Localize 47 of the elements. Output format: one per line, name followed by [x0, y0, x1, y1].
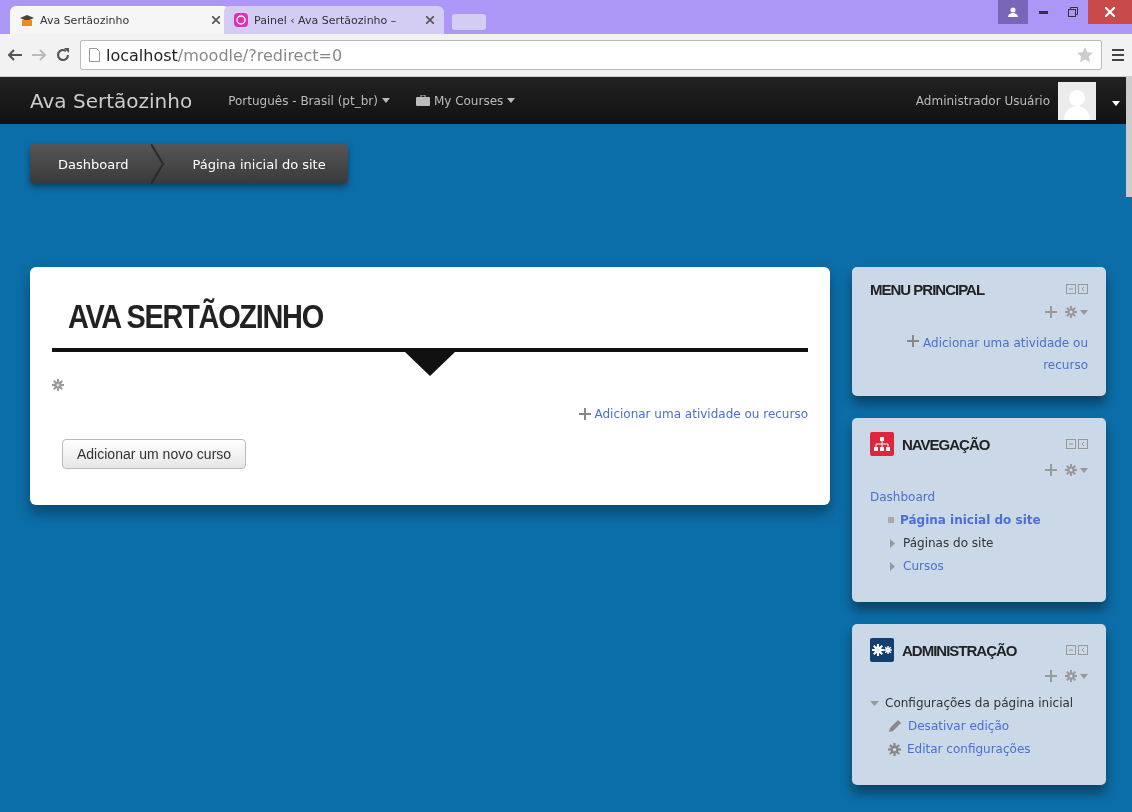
caret-icon [381, 98, 390, 103]
menu-icon[interactable] [1112, 49, 1124, 61]
person-icon [1008, 7, 1018, 17]
hat-icon [20, 14, 34, 26]
nav-item[interactable]: Configurações da página inicial [885, 696, 1074, 710]
caret-icon [1112, 101, 1120, 106]
reload-icon[interactable] [56, 48, 70, 62]
page-icon [89, 48, 100, 62]
nav-menu[interactable]: Português - Brasil (pt_br) [228, 93, 390, 108]
plus-icon [579, 408, 592, 420]
caret-icon [1080, 673, 1088, 679]
add-course-button[interactable]: Adicionar um novo curso [62, 439, 247, 469]
briefcase-icon [415, 95, 430, 106]
tab-title: Painel ‹ Ava Sertãozinho – [254, 13, 398, 27]
caret-icon [1080, 309, 1088, 315]
plus-icon [907, 335, 920, 347]
star-icon [1077, 47, 1093, 63]
site-title: AVA SERTÃOZINHO [68, 297, 324, 336]
block-title: ADMINISTRAÇÃO [902, 641, 1018, 659]
breadcrumb-link[interactable]: Dashboard [30, 144, 151, 184]
restore-icon [1068, 7, 1078, 17]
separator-icon [150, 144, 165, 184]
close-button[interactable] [1088, 0, 1132, 24]
caret-icon [1080, 467, 1088, 473]
tab-title: Ava Sertãozinho [40, 13, 131, 27]
close-icon [212, 16, 220, 24]
nav-menu[interactable]: My Courses [415, 93, 516, 108]
close-icon [426, 16, 434, 24]
minimize-icon [1038, 10, 1048, 14]
caret-icon [507, 98, 516, 103]
profile-button[interactable] [998, 0, 1028, 24]
back-icon[interactable] [8, 49, 22, 61]
block-title: NAVEGAÇÃO [902, 435, 991, 453]
block-title: MENU PRINCIPAL [870, 281, 986, 298]
site-brand[interactable]: Ava Sertãozinho [30, 88, 193, 113]
avatar-silhouette[interactable] [1058, 81, 1096, 120]
address-bar[interactable]: localhost/moodle/?redirect=0 [80, 40, 1102, 70]
close-icon [1105, 7, 1115, 17]
browser-tab[interactable]: Painel ‹ Ava Sertãozinho – [224, 6, 444, 34]
breadcrumb-link[interactable]: Página inicial do site [164, 144, 348, 184]
pencil-icon [888, 719, 902, 733]
bullet-icon [888, 517, 894, 523]
add-activity-link[interactable]: Adicionar uma atividade ou recurso [579, 407, 808, 421]
url-text: localhost/moodle/?redirect=0 [106, 45, 344, 65]
nav-item[interactable]: Páginas do site [903, 536, 994, 550]
sitemap-icon [870, 432, 894, 456]
user-name[interactable]: Administrador Usuário [915, 93, 1050, 108]
